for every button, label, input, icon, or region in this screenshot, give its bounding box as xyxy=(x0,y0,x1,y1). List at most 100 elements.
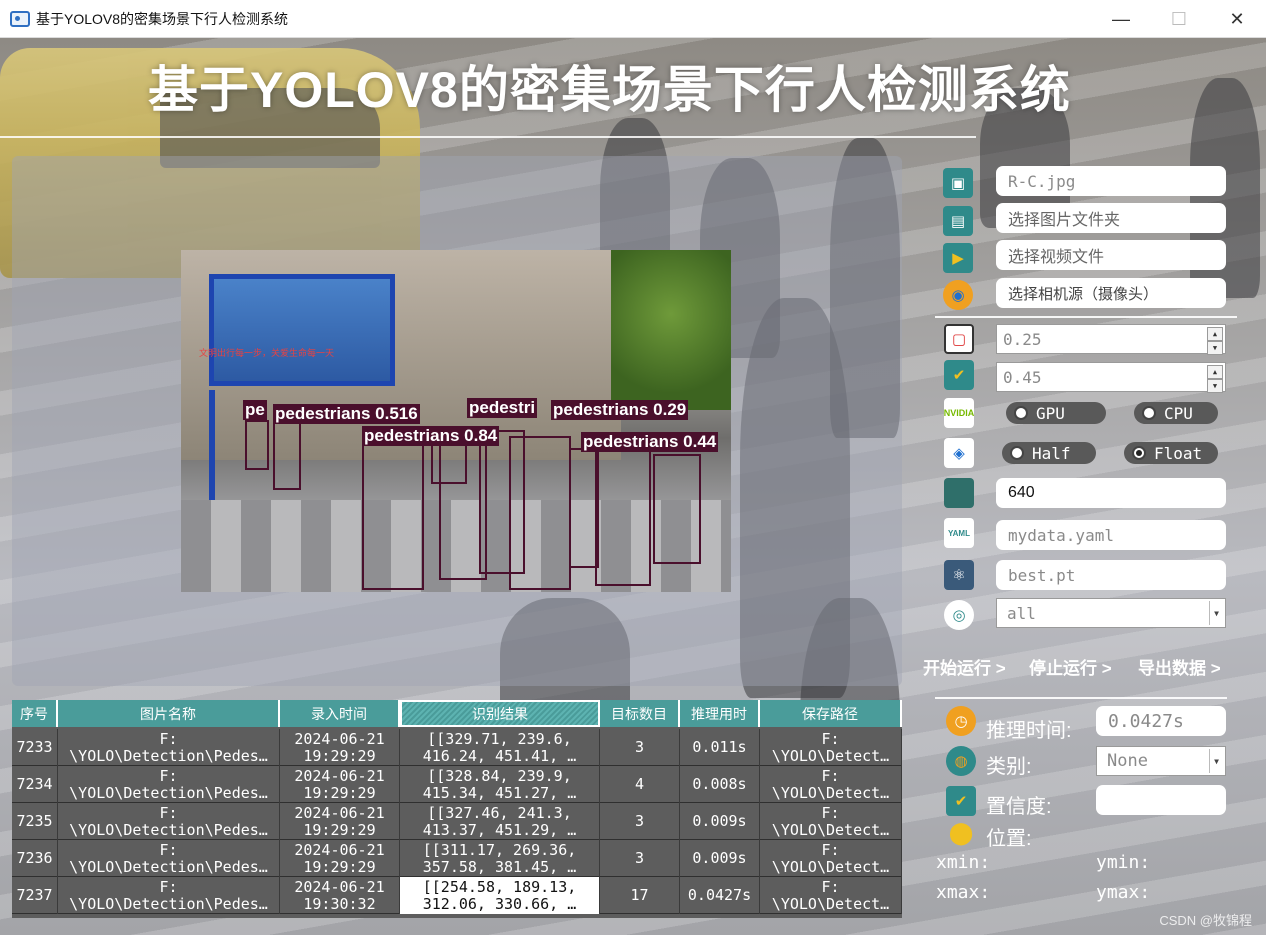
column-header[interactable]: 图片名称 xyxy=(58,700,280,727)
position-label: 位置: xyxy=(986,828,1032,850)
table-cell[interactable]: 2024-06-21 19:29:29 xyxy=(280,729,400,766)
infer-time-field: 0.0427s xyxy=(1096,706,1226,736)
start-button[interactable]: 开始运行 > xyxy=(923,654,1006,679)
spin-down-icon[interactable]: ▼ xyxy=(1207,379,1223,393)
table-row[interactable]: 7234 F: \YOLO\Detection\Pedes… 2024-06-21 … xyxy=(12,766,902,803)
table-body[interactable]: 7233 F: \YOLO\Detection\Pedes… 2024-06-21 … xyxy=(12,729,902,914)
table-cell[interactable]: 7233 xyxy=(12,729,58,766)
table-row[interactable]: 7236 F: \YOLO\Detection\Pedes… 2024-06-21 … xyxy=(12,840,902,877)
gpu-radio-dot[interactable] xyxy=(1014,406,1028,420)
export-button[interactable]: 导出数据 > xyxy=(1138,654,1221,679)
image-file-field[interactable]: R-C.jpg xyxy=(996,166,1226,196)
table-cell[interactable]: [[254.58, 189.13, 312.06, 330.66, … xyxy=(400,877,600,914)
column-header[interactable]: 录入时间 xyxy=(280,700,400,727)
spin-down-icon[interactable]: ▼ xyxy=(1207,341,1223,355)
half-radio-dot[interactable] xyxy=(1010,446,1024,460)
table-cell[interactable]: F: \YOLO\Detection\Pedes… xyxy=(58,729,280,766)
table-cell[interactable]: F: \YOLO\Detect… xyxy=(760,877,902,914)
column-header[interactable]: 推理用时 xyxy=(680,700,760,727)
half-radio[interactable]: Half xyxy=(1002,442,1096,464)
cpu-radio[interactable]: CPU xyxy=(1134,402,1218,424)
table-cell[interactable]: F: \YOLO\Detection\Pedes… xyxy=(58,840,280,877)
table-cell[interactable]: [[327.46, 241.3, 413.37, 451.29, … xyxy=(400,803,600,840)
table-row[interactable]: 7235 F: \YOLO\Detection\Pedes… 2024-06-21 … xyxy=(12,803,902,840)
table-cell[interactable]: F: \YOLO\Detection\Pedes… xyxy=(58,803,280,840)
image-file-icon[interactable]: ▣ xyxy=(943,168,973,198)
table-cell[interactable]: 0.0427s xyxy=(680,877,760,914)
column-header[interactable]: 保存路径 xyxy=(760,700,902,727)
table-cell[interactable]: 7236 xyxy=(12,840,58,877)
video-file-field[interactable]: 选择视频文件 xyxy=(996,240,1226,270)
table-cell[interactable]: 2024-06-21 19:29:29 xyxy=(280,803,400,840)
dropdown-arrow-icon[interactable]: ▼ xyxy=(1209,749,1223,773)
table-cell[interactable]: 4 xyxy=(600,766,680,803)
table-cell[interactable]: 3 xyxy=(600,803,680,840)
table-cell[interactable]: 3 xyxy=(600,729,680,766)
confidence-spinbox[interactable]: 0.25 ▲ ▼ xyxy=(996,324,1226,355)
table-cell[interactable]: [[329.71, 239.6, 416.24, 451.41, … xyxy=(400,729,600,766)
float-radio-dot[interactable] xyxy=(1132,446,1146,460)
table-cell[interactable]: 0.011s xyxy=(680,729,760,766)
column-header[interactable]: 目标数目 xyxy=(600,700,680,727)
maximize-button[interactable]: ☐ xyxy=(1150,0,1208,38)
table-cell[interactable]: F: \YOLO\Detection\Pedes… xyxy=(58,766,280,803)
table-cell[interactable]: F: \YOLO\Detect… xyxy=(760,766,902,803)
table-cell[interactable]: F: \YOLO\Detect… xyxy=(760,803,902,840)
image-folder-field[interactable]: 选择图片文件夹 xyxy=(996,203,1226,233)
camera-icon[interactable]: ◉ xyxy=(943,280,973,310)
table-cell[interactable]: [[328.84, 239.9, 415.34, 451.27, … xyxy=(400,766,600,803)
class-filter-value: all xyxy=(1007,603,1036,623)
stop-button[interactable]: 停止运行 > xyxy=(1029,654,1112,679)
spin-up-icon[interactable]: ▲ xyxy=(1207,327,1223,341)
class-filter-select[interactable]: all ▼ xyxy=(996,598,1226,628)
spin-up-icon[interactable]: ▲ xyxy=(1207,365,1223,379)
table-cell[interactable]: 2024-06-21 19:29:29 xyxy=(280,840,400,877)
table-cell[interactable]: 0.008s xyxy=(680,766,760,803)
table-cell[interactable]: F: \YOLO\Detect… xyxy=(760,840,902,877)
detection-label: pe xyxy=(243,400,267,420)
float-radio[interactable]: Float xyxy=(1124,442,1218,464)
weights-field[interactable]: best.pt xyxy=(996,560,1226,590)
table-cell[interactable]: 7235 xyxy=(12,803,58,840)
class-select[interactable]: None ▼ xyxy=(1096,746,1226,776)
ymin-label: ymin: xyxy=(1096,852,1151,873)
table-cell[interactable]: 0.009s xyxy=(680,803,760,840)
yaml-icon: YAML xyxy=(944,518,974,548)
table-cell[interactable]: 2024-06-21 19:30:32 xyxy=(280,877,400,914)
table-cell[interactable]: F: \YOLO\Detection\Pedes… xyxy=(58,877,280,914)
dropdown-arrow-icon[interactable]: ▼ xyxy=(1209,601,1223,625)
table-cell[interactable]: F: \YOLO\Detect… xyxy=(760,729,902,766)
table-cell[interactable]: 0.009s xyxy=(680,840,760,877)
data-yaml-field[interactable]: mydata.yaml xyxy=(996,520,1226,550)
spin-arrows[interactable]: ▲ ▼ xyxy=(1207,327,1223,355)
minimize-button[interactable]: — xyxy=(1092,0,1150,38)
table-row[interactable]: 7233 F: \YOLO\Detection\Pedes… 2024-06-21 … xyxy=(12,729,902,766)
column-header[interactable]: 识别结果 xyxy=(400,700,600,727)
table-cell[interactable]: 3 xyxy=(600,840,680,877)
iou-spinbox[interactable]: 0.45 ▲ ▼ xyxy=(996,362,1226,393)
folder-icon[interactable]: ▤ xyxy=(943,206,973,236)
table-cell[interactable]: 7237 xyxy=(12,877,58,914)
panel-divider xyxy=(935,316,1237,318)
class-icon: ◍ xyxy=(946,746,976,776)
table-row[interactable]: 7237 F: \YOLO\Detection\Pedes… 2024-06-21 … xyxy=(12,877,902,914)
camera-source-field[interactable]: 选择相机源（摄像头） xyxy=(996,278,1226,308)
table-cell[interactable]: 7234 xyxy=(12,766,58,803)
cpu-radio-dot[interactable] xyxy=(1142,406,1156,420)
detection-image: 文明出行每一步，关爱生命每一天 pe pedestrians 0.516 ped… xyxy=(181,250,731,592)
image-size-field[interactable]: 640 xyxy=(996,478,1226,508)
column-header[interactable]: 序号 xyxy=(12,700,58,727)
clock-icon: ◷ xyxy=(946,706,976,736)
video-icon[interactable]: ▶ xyxy=(943,243,973,273)
nvidia-icon: NVIDIA xyxy=(944,398,974,428)
bounding-box xyxy=(595,448,651,586)
detection-label: pedestri xyxy=(467,398,538,418)
gpu-radio[interactable]: GPU xyxy=(1006,402,1106,424)
close-button[interactable]: ✕ xyxy=(1208,0,1266,38)
table-cell[interactable]: 2024-06-21 19:29:29 xyxy=(280,766,400,803)
spin-arrows[interactable]: ▲ ▼ xyxy=(1207,365,1223,393)
class-label: 类别: xyxy=(986,756,1032,778)
table-cell[interactable]: [[311.17, 269.36, 357.58, 381.45, … xyxy=(400,840,600,877)
results-table[interactable]: 序号 图片名称 录入时间 识别结果 目标数目 推理用时 保存路径 7233 F: \YOLO\… xyxy=(12,700,902,918)
table-cell[interactable]: 17 xyxy=(600,877,680,914)
